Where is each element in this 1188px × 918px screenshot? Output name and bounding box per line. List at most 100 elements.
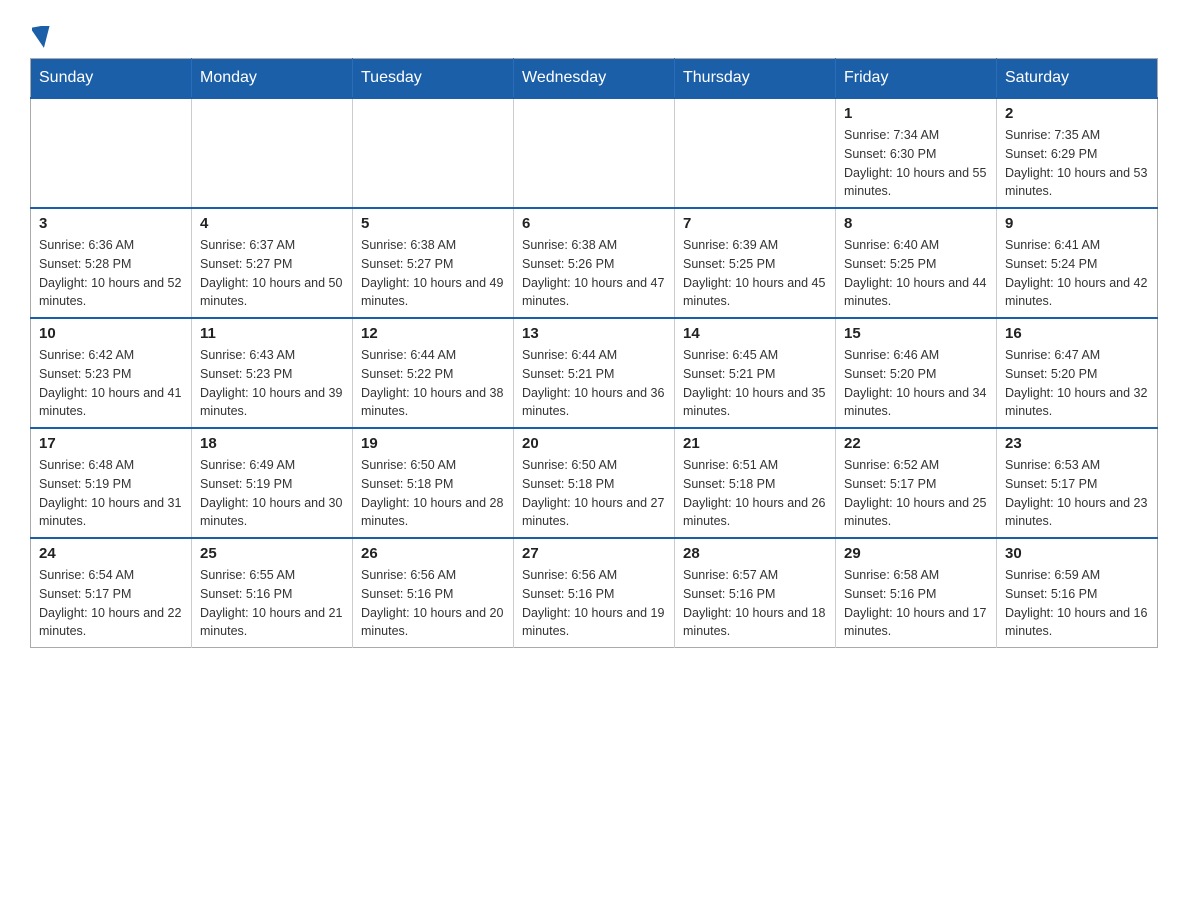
table-row [31,98,192,208]
logo [30,20,52,48]
day-number: 24 [39,545,183,562]
calendar-week-3: 10 Sunrise: 6:42 AMSunset: 5:23 PMDayligh… [31,318,1158,428]
day-info: Sunrise: 6:49 AMSunset: 5:19 PMDaylight:… [200,456,344,531]
table-row: 26Sunrise: 6:56 AMSunset: 5:16 PMDayligh… [353,538,514,648]
day-number: 17 [39,435,183,452]
day-info: Sunrise: 6:46 AMSunset: 5:20 PMDaylight:… [844,346,988,421]
col-wednesday: Wednesday [514,59,675,99]
table-row: 28 Sunrise: 6:57 AMSunset: 5:16 PMDayligh… [675,538,836,648]
day-number: 6 [522,215,666,232]
table-row [514,98,675,208]
table-row: 15 Sunrise: 6:46 AMSunset: 5:20 PMDayligh… [836,318,997,428]
day-number: 13 [522,325,666,342]
table-row: 23Sunrise: 6:53 AMSunset: 5:17 PMDayligh… [997,428,1158,538]
table-row: 11 Sunrise: 6:43 AMSunset: 5:23 PMDayligh… [192,318,353,428]
col-monday: Monday [192,59,353,99]
day-info: Sunrise: 6:58 AMSunset: 5:16 PMDaylight:… [844,566,988,641]
day-number: 9 [1005,215,1149,232]
day-info: Sunrise: 6:50 AMSunset: 5:18 PMDaylight:… [361,456,505,531]
day-info: Sunrise: 6:39 AMSunset: 5:25 PMDaylight:… [683,236,827,311]
day-info: Sunrise: 7:34 AMSunset: 6:30 PMDaylight:… [844,126,988,201]
table-row: 29 Sunrise: 6:58 AMSunset: 5:16 PMDayligh… [836,538,997,648]
table-row: 19 Sunrise: 6:50 AMSunset: 5:18 PMDayligh… [353,428,514,538]
table-row: 8 Sunrise: 6:40 AMSunset: 5:25 PMDaylight… [836,208,997,318]
table-row: 13 Sunrise: 6:44 AMSunset: 5:21 PMDayligh… [514,318,675,428]
day-info: Sunrise: 6:50 AMSunset: 5:18 PMDaylight:… [522,456,666,531]
col-sunday: Sunday [31,59,192,99]
col-tuesday: Tuesday [353,59,514,99]
day-info: Sunrise: 6:54 AMSunset: 5:17 PMDaylight:… [39,566,183,641]
day-number: 23 [1005,435,1149,452]
table-row: 9 Sunrise: 6:41 AMSunset: 5:24 PMDaylight… [997,208,1158,318]
day-info: Sunrise: 6:57 AMSunset: 5:16 PMDaylight:… [683,566,827,641]
table-row [192,98,353,208]
calendar-week-4: 17 Sunrise: 6:48 AMSunset: 5:19 PMDayligh… [31,428,1158,538]
page-header [30,20,1158,48]
calendar-table: Sunday Monday Tuesday Wednesday Thursday… [30,58,1158,648]
day-info: Sunrise: 6:55 AMSunset: 5:16 PMDaylight:… [200,566,344,641]
day-number: 16 [1005,325,1149,342]
day-info: Sunrise: 6:51 AMSunset: 5:18 PMDaylight:… [683,456,827,531]
day-number: 18 [200,435,344,452]
table-row: 17 Sunrise: 6:48 AMSunset: 5:19 PMDayligh… [31,428,192,538]
table-row: 5 Sunrise: 6:38 AMSunset: 5:27 PMDaylight… [353,208,514,318]
day-number: 5 [361,215,505,232]
day-number: 7 [683,215,827,232]
day-number: 29 [844,545,988,562]
day-info: Sunrise: 6:48 AMSunset: 5:19 PMDaylight:… [39,456,183,531]
day-info: Sunrise: 6:38 AMSunset: 5:26 PMDaylight:… [522,236,666,311]
col-saturday: Saturday [997,59,1158,99]
day-info: Sunrise: 6:37 AMSunset: 5:27 PMDaylight:… [200,236,344,311]
table-row: 10 Sunrise: 6:42 AMSunset: 5:23 PMDayligh… [31,318,192,428]
day-number: 11 [200,325,344,342]
day-info: Sunrise: 6:40 AMSunset: 5:25 PMDaylight:… [844,236,988,311]
day-info: Sunrise: 6:36 AMSunset: 5:28 PMDaylight:… [39,236,183,311]
table-row: 22 Sunrise: 6:52 AMSunset: 5:17 PMDayligh… [836,428,997,538]
table-row: 25 Sunrise: 6:55 AMSunset: 5:16 PMDayligh… [192,538,353,648]
col-thursday: Thursday [675,59,836,99]
table-row [353,98,514,208]
day-number: 30 [1005,545,1149,562]
day-number: 10 [39,325,183,342]
day-number: 19 [361,435,505,452]
day-number: 21 [683,435,827,452]
table-row: 12 Sunrise: 6:44 AMSunset: 5:22 PMDayligh… [353,318,514,428]
calendar-week-1: 1 Sunrise: 7:34 AMSunset: 6:30 PMDaylight… [31,98,1158,208]
table-row: 6 Sunrise: 6:38 AMSunset: 5:26 PMDaylight… [514,208,675,318]
table-row: 2 Sunrise: 7:35 AMSunset: 6:29 PMDaylight… [997,98,1158,208]
calendar-week-2: 3 Sunrise: 6:36 AMSunset: 5:28 PMDaylight… [31,208,1158,318]
day-info: Sunrise: 6:59 AMSunset: 5:16 PMDaylight:… [1005,566,1149,641]
day-info: Sunrise: 6:43 AMSunset: 5:23 PMDaylight:… [200,346,344,421]
day-info: Sunrise: 6:56 AMSunset: 5:16 PMDaylight:… [361,566,505,641]
col-friday: Friday [836,59,997,99]
table-row: 27 Sunrise: 6:56 AMSunset: 5:16 PMDayligh… [514,538,675,648]
day-number: 12 [361,325,505,342]
day-info: Sunrise: 6:42 AMSunset: 5:23 PMDaylight:… [39,346,183,421]
day-number: 28 [683,545,827,562]
day-info: Sunrise: 7:35 AMSunset: 6:29 PMDaylight:… [1005,126,1149,201]
day-number: 2 [1005,105,1149,122]
table-row: 1 Sunrise: 7:34 AMSunset: 6:30 PMDaylight… [836,98,997,208]
day-info: Sunrise: 6:38 AMSunset: 5:27 PMDaylight:… [361,236,505,311]
day-number: 14 [683,325,827,342]
day-info: Sunrise: 6:56 AMSunset: 5:16 PMDaylight:… [522,566,666,641]
day-info: Sunrise: 6:44 AMSunset: 5:21 PMDaylight:… [522,346,666,421]
day-number: 8 [844,215,988,232]
logo-triangle-icon [32,26,52,48]
day-number: 27 [522,545,666,562]
day-info: Sunrise: 6:45 AMSunset: 5:21 PMDaylight:… [683,346,827,421]
day-info: Sunrise: 6:44 AMSunset: 5:22 PMDaylight:… [361,346,505,421]
table-row: 30 Sunrise: 6:59 AMSunset: 5:16 PMDayligh… [997,538,1158,648]
day-info: Sunrise: 6:52 AMSunset: 5:17 PMDaylight:… [844,456,988,531]
calendar-week-5: 24 Sunrise: 6:54 AMSunset: 5:17 PMDayligh… [31,538,1158,648]
day-number: 3 [39,215,183,232]
day-number: 1 [844,105,988,122]
day-number: 25 [200,545,344,562]
table-row [675,98,836,208]
table-row: 4Sunrise: 6:37 AMSunset: 5:27 PMDaylight… [192,208,353,318]
day-number: 15 [844,325,988,342]
day-info: Sunrise: 6:41 AMSunset: 5:24 PMDaylight:… [1005,236,1149,311]
day-number: 22 [844,435,988,452]
table-row: 14 Sunrise: 6:45 AMSunset: 5:21 PMDayligh… [675,318,836,428]
table-row: 20Sunrise: 6:50 AMSunset: 5:18 PMDayligh… [514,428,675,538]
